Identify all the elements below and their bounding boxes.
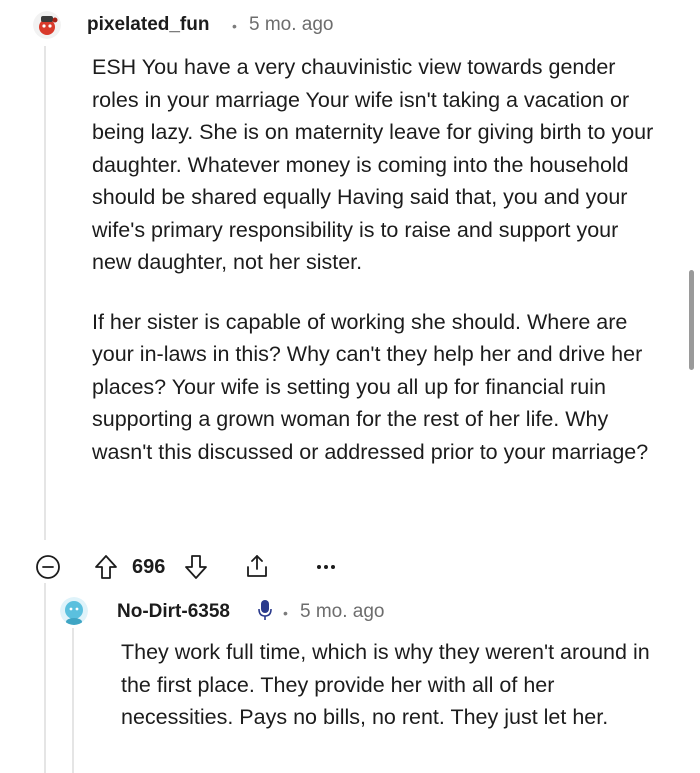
reply-user-avatar[interactable] [60, 597, 88, 625]
share-button[interactable] [242, 551, 272, 581]
comment-timestamp: 5 mo. ago [249, 14, 334, 35]
reply-body: They work full time, which is why they w… [121, 640, 650, 729]
downvote-button[interactable] [182, 552, 210, 582]
minus-circle-icon [36, 555, 60, 579]
vote-score: 696 [132, 556, 166, 578]
collapse-button[interactable] [34, 553, 62, 581]
scrollbar-thumb[interactable] [689, 270, 694, 370]
upvote-button[interactable] [92, 552, 120, 582]
reply-timestamp: 5 mo. ago [300, 601, 385, 622]
share-icon [247, 555, 267, 577]
thread-line-reply [44, 583, 46, 773]
comment-paragraph: ESH You have a very chauvinistic view to… [92, 55, 654, 274]
thread-line-main [44, 46, 46, 540]
meta-separator: • [283, 605, 288, 621]
user-avatar[interactable] [33, 11, 61, 39]
meta-separator: • [232, 18, 237, 34]
ellipsis-icon [317, 565, 335, 569]
more-options-button[interactable] [313, 556, 339, 578]
comment-username[interactable]: pixelated_fun [87, 14, 209, 36]
comment-body: ESH You have a very chauvinistic view to… [92, 51, 660, 468]
comment-paragraph: If her sister is capable of working she … [92, 309, 649, 464]
microphone-icon [258, 599, 272, 626]
reply-username[interactable]: No-Dirt-6358 [117, 601, 230, 623]
arrow-up-outline-icon [95, 555, 117, 579]
arrow-down-outline-icon [185, 555, 207, 579]
thread-line-branch [72, 628, 74, 773]
